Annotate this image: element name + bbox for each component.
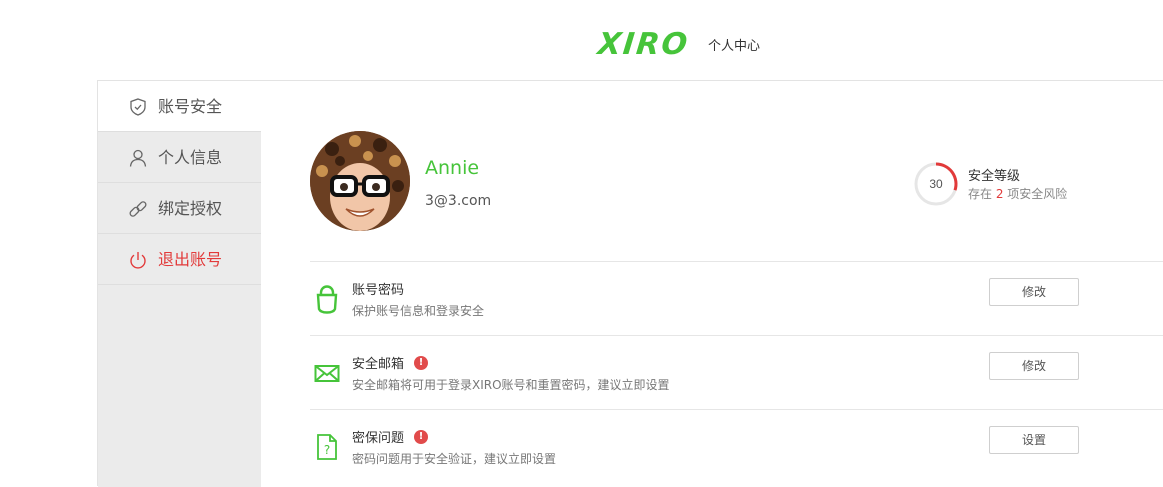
avatar[interactable] (310, 131, 410, 231)
sidebar-item-account-security[interactable]: 账号安全 (98, 81, 261, 132)
avatar-image (310, 131, 410, 231)
page-title: 个人中心 (708, 39, 761, 54)
sidebar-item-personal-info[interactable]: 个人信息 (98, 132, 261, 183)
modify-password-button[interactable]: 修改 (989, 278, 1079, 306)
user-email: 3@3.com (425, 193, 492, 209)
setting-desc: 密码问题用于安全验证，建议立即设置 (352, 452, 557, 466)
sidebar: 账号安全 个人信息 绑定授权 退出账号 (98, 81, 261, 487)
setting-title: 账号密码 (352, 283, 405, 298)
setting-title: 密保问题! (352, 427, 429, 446)
sidebar-item-label: 账号安全 (158, 97, 223, 116)
security-score: 30 (929, 177, 943, 191)
sidebar-item-label: 绑定授权 (158, 199, 223, 218)
sidebar-item-label: 个人信息 (158, 148, 223, 167)
svg-text:?: ? (324, 443, 330, 457)
set-question-button[interactable]: 设置 (989, 426, 1079, 454)
xiro-logo[interactable]: XIRO (596, 27, 691, 62)
modify-email-button[interactable]: 修改 (989, 352, 1079, 380)
sidebar-item-label: 退出账号 (158, 250, 223, 269)
security-level: 30 安全等级 存在 2 项安全风险 (913, 161, 1113, 207)
security-risk-text: 存在 2 项安全风险 (968, 187, 1068, 201)
main-frame: 账号安全 个人信息 绑定授权 退出账号 Annie 3@3.com 30 安全等… (97, 80, 1163, 487)
warning-icon: ! (414, 355, 429, 370)
shield-icon (130, 98, 146, 116)
user-name: Annie (425, 157, 480, 179)
setting-desc: 安全邮箱将可用于登录XIRO账号和重置密码，建议立即设置 (352, 378, 670, 392)
sidebar-item-logout[interactable]: 退出账号 (98, 234, 261, 285)
logo-text: XIRO (596, 27, 691, 62)
lock-icon (316, 285, 338, 314)
warning-icon: ! (414, 429, 429, 444)
user-icon (129, 149, 147, 167)
setting-row-password: 账号密码 保护账号信息和登录安全 修改 (310, 261, 1163, 335)
question-doc-icon: ? (317, 434, 337, 460)
header: XIRO 个人中心 (0, 0, 1163, 80)
setting-row-security-question: ? 密保问题! 密码问题用于安全验证，建议立即设置 设置 (310, 409, 1163, 483)
security-title: 安全等级 (968, 169, 1021, 184)
link-icon (129, 201, 147, 217)
sidebar-item-bind-auth[interactable]: 绑定授权 (98, 183, 261, 234)
setting-title: 安全邮箱! (352, 353, 429, 372)
setting-desc: 保护账号信息和登录安全 (352, 304, 485, 318)
setting-row-email: 安全邮箱! 安全邮箱将可用于登录XIRO账号和重置密码，建议立即设置 修改 (310, 335, 1163, 409)
power-icon (130, 252, 146, 269)
mail-icon (314, 365, 340, 382)
